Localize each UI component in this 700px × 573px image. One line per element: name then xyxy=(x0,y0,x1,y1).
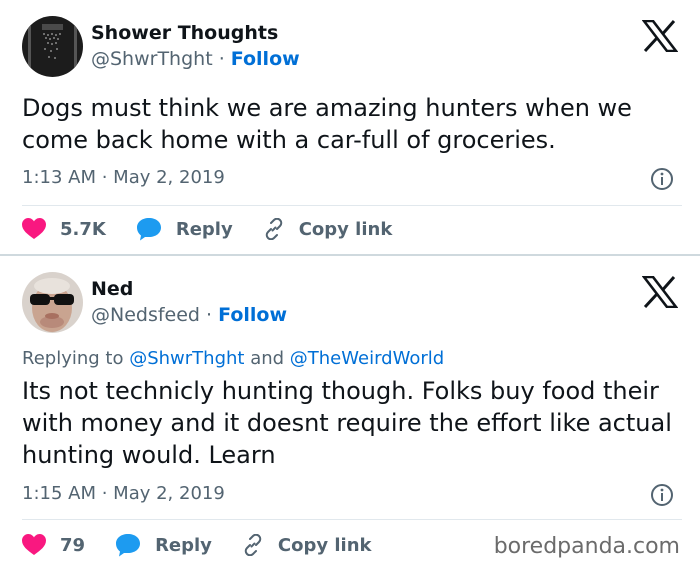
tweet-card: Ned @Nedsfeed · Follow Replying to @Shwr… xyxy=(0,256,700,573)
avatar[interactable] xyxy=(22,272,83,333)
handle[interactable]: @ShwrThght xyxy=(91,48,213,70)
tweet-card: Shower Thoughts @ShwrThght · Follow Dogs… xyxy=(0,0,700,255)
copy-link-label: Copy link xyxy=(298,218,393,240)
mention-link[interactable]: @ShwrThght xyxy=(129,348,244,369)
follow-button[interactable]: Follow xyxy=(231,48,300,70)
dot-separator: · xyxy=(200,304,219,326)
tweet-text: Its not technicly hunting though. Folks … xyxy=(22,377,672,469)
divider xyxy=(22,205,682,206)
timestamp[interactable]: 1:13 AM · May 2, 2019 xyxy=(22,167,225,188)
info-icon[interactable] xyxy=(650,483,674,507)
handle[interactable]: @Nedsfeed xyxy=(91,304,200,326)
dot-separator: · xyxy=(96,167,114,188)
info-icon[interactable] xyxy=(650,167,674,191)
dot-separator: · xyxy=(212,48,231,70)
like-count: 79 xyxy=(60,534,86,556)
like-count: 5.7K xyxy=(60,218,106,240)
timestamp[interactable]: 1:15 AM · May 2, 2019 xyxy=(22,483,225,504)
copy-link-label: Copy link xyxy=(277,534,372,556)
reply-bubble-icon xyxy=(136,218,161,241)
x-logo-icon[interactable] xyxy=(641,19,679,53)
action-bar: 5.7K Reply Copy link xyxy=(22,217,422,241)
x-logo-icon[interactable] xyxy=(641,275,679,309)
handle-line: @ShwrThght · Follow xyxy=(91,48,300,70)
display-name[interactable]: Shower Thoughts xyxy=(91,22,278,44)
display-name[interactable]: Ned xyxy=(91,278,133,300)
replying-prefix: Replying to xyxy=(22,348,130,369)
heart-icon xyxy=(22,218,46,239)
like-button[interactable]: 79 xyxy=(22,534,85,556)
like-button[interactable]: 5.7K xyxy=(22,218,106,240)
replying-and: and xyxy=(244,348,290,369)
follow-button[interactable]: Follow xyxy=(218,304,287,326)
reply-label: Reply xyxy=(155,534,212,556)
watermark: boredpanda.com xyxy=(493,534,680,559)
date: May 2, 2019 xyxy=(113,483,225,504)
replying-to: Replying to @ShwrThght and @TheWeirdWorl… xyxy=(22,348,444,369)
date: May 2, 2019 xyxy=(113,167,225,188)
action-bar: 79 Reply Copy link xyxy=(22,533,402,557)
link-icon xyxy=(265,218,282,240)
time: 1:15 AM xyxy=(22,483,96,504)
avatar[interactable] xyxy=(22,16,83,77)
divider xyxy=(22,519,682,520)
link-icon xyxy=(244,534,262,556)
reply-bubble-icon xyxy=(116,534,141,557)
dot-separator: · xyxy=(96,483,114,504)
reply-button[interactable]: Reply xyxy=(115,533,212,557)
reply-button[interactable]: Reply xyxy=(136,217,233,241)
time: 1:13 AM xyxy=(22,167,96,188)
reply-label: Reply xyxy=(175,218,233,240)
mention-link[interactable]: @TheWeirdWorld xyxy=(290,348,444,369)
handle-line: @Nedsfeed · Follow xyxy=(91,304,287,326)
tweet-text: Dogs must think we are amazing hunters w… xyxy=(22,94,632,154)
heart-icon xyxy=(22,534,46,555)
copy-link-button[interactable]: Copy link xyxy=(263,218,393,240)
copy-link-button[interactable]: Copy link xyxy=(242,534,372,556)
